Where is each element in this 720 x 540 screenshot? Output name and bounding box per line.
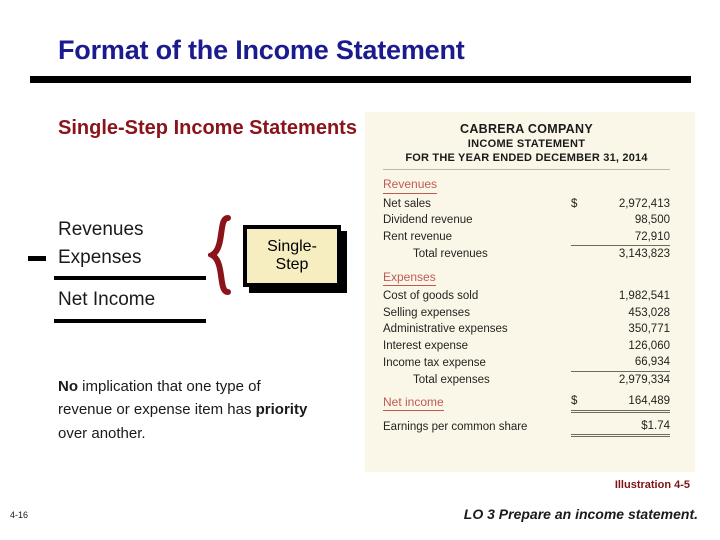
statement-title: INCOME STATEMENT — [467, 138, 586, 150]
row-label: Net sales — [383, 197, 431, 210]
eps-amount: $1.74 — [584, 417, 670, 438]
total-currency — [571, 370, 584, 389]
table-row-net-income: Net income $ 164,489 — [383, 393, 670, 413]
row-label: Rent revenue — [383, 231, 453, 244]
eps-currency — [571, 417, 584, 438]
row-currency — [571, 212, 584, 229]
illustration-caption: Illustration 4-5 — [614, 479, 690, 491]
body-bold-no: No — [58, 378, 78, 395]
statement-company-name: CABRERA COMPANY — [460, 122, 593, 136]
row-currency — [571, 321, 584, 338]
row-label: Selling expenses — [383, 306, 470, 319]
net-income-amount: 164,489 — [584, 393, 670, 413]
equation-result-net-income: Net Income — [58, 289, 156, 310]
body-bold-priority: priority — [255, 401, 308, 419]
row-currency — [571, 354, 584, 371]
row-amount: 66,934 — [634, 356, 670, 369]
equation-term-revenues: Revenues — [58, 219, 144, 240]
slide-number: 4-16 — [10, 510, 29, 520]
equation-rule-single — [54, 276, 206, 280]
expenses-table: Cost of goods sold 1,982,541 Selling exp… — [383, 288, 670, 389]
row-currency — [571, 305, 584, 322]
table-row: Rent revenue 72,910 — [383, 229, 670, 246]
total-currency — [571, 245, 584, 263]
expenses-section-label: Expenses — [383, 270, 436, 287]
callout-line-1: Single- — [267, 237, 317, 255]
row-currency — [571, 338, 584, 355]
learning-objective-footer: LO 3 Prepare an income statement. — [463, 506, 698, 522]
title-divider — [30, 76, 691, 83]
income-equation: Revenues Expenses Net Income — [28, 216, 228, 323]
total-label: Total expenses — [413, 373, 490, 386]
row-label: Interest expense — [383, 339, 469, 352]
equation-term-expenses: Expenses — [58, 247, 142, 268]
single-step-callout: Single- Step — [243, 225, 341, 287]
table-row: Interest expense 126,060 — [383, 338, 670, 355]
table-row: Net sales $ 2,972,413 — [383, 196, 670, 213]
eps-label: Earnings per common share — [383, 421, 528, 434]
section-heading: Single-Step Income Statements — [58, 117, 357, 139]
row-label: Administrative expenses — [383, 323, 508, 336]
table-row: Cost of goods sold 1,982,541 — [383, 288, 670, 305]
row-amount: 2,972,413 — [618, 197, 670, 210]
row-label: Income tax expense — [383, 356, 486, 369]
total-amount: 3,143,823 — [584, 245, 670, 263]
body-text-1: implication that one type of revenue or … — [58, 378, 261, 419]
row-label: Cost of goods sold — [383, 290, 479, 303]
row-amount: 126,060 — [628, 339, 670, 352]
table-row: Dividend revenue 98,500 — [383, 212, 670, 229]
equation-rule-double — [54, 317, 206, 323]
net-income-label: Net income — [383, 395, 444, 412]
income-statement-illustration: CABRERA COMPANY INCOME STATEMENT FOR THE… — [365, 112, 695, 472]
table-row-total: Total revenues 3,143,823 — [383, 245, 670, 263]
revenues-table: Net sales $ 2,972,413 Dividend revenue 9… — [383, 196, 670, 263]
row-amount: 98,500 — [634, 214, 670, 227]
table-row-total: Total expenses 2,979,334 — [383, 370, 670, 389]
row-amount: 72,910 — [634, 230, 670, 243]
table-row: Income tax expense 66,934 — [383, 354, 670, 371]
callout-line-2: Step — [275, 256, 309, 273]
minus-sign-icon — [28, 256, 46, 261]
page-title: Format of the Income Statement — [58, 35, 465, 65]
row-currency: $ — [571, 197, 578, 210]
row-amount: 1,982,541 — [618, 290, 670, 303]
row-amount: 350,771 — [628, 323, 670, 336]
row-currency — [571, 229, 584, 246]
body-text-2: over another. — [58, 424, 146, 442]
row-amount: 453,028 — [628, 306, 670, 319]
single-step-callout-label: Single- Step — [267, 238, 317, 275]
table-row: Selling expenses 453,028 — [383, 305, 670, 322]
table-row: Administrative expenses 350,771 — [383, 321, 670, 338]
curly-brace-icon — [208, 215, 231, 295]
net-income-currency: $ — [571, 393, 584, 413]
statement-header: CABRERA COMPANY INCOME STATEMENT FOR THE… — [383, 122, 670, 170]
total-label: Total revenues — [413, 248, 488, 261]
revenues-section-label: Revenues — [383, 177, 438, 194]
table-row-eps: Earnings per common share $1.74 — [383, 417, 670, 438]
statement-period: FOR THE YEAR ENDED DECEMBER 31, 2014 — [405, 152, 648, 164]
total-amount: 2,979,334 — [584, 370, 670, 389]
net-income-table: Net income $ 164,489 Earnings per common… — [383, 388, 670, 438]
row-label: Dividend revenue — [383, 214, 473, 227]
body-paragraph: No implication that one type of revenue … — [58, 375, 318, 445]
row-currency — [571, 288, 584, 305]
